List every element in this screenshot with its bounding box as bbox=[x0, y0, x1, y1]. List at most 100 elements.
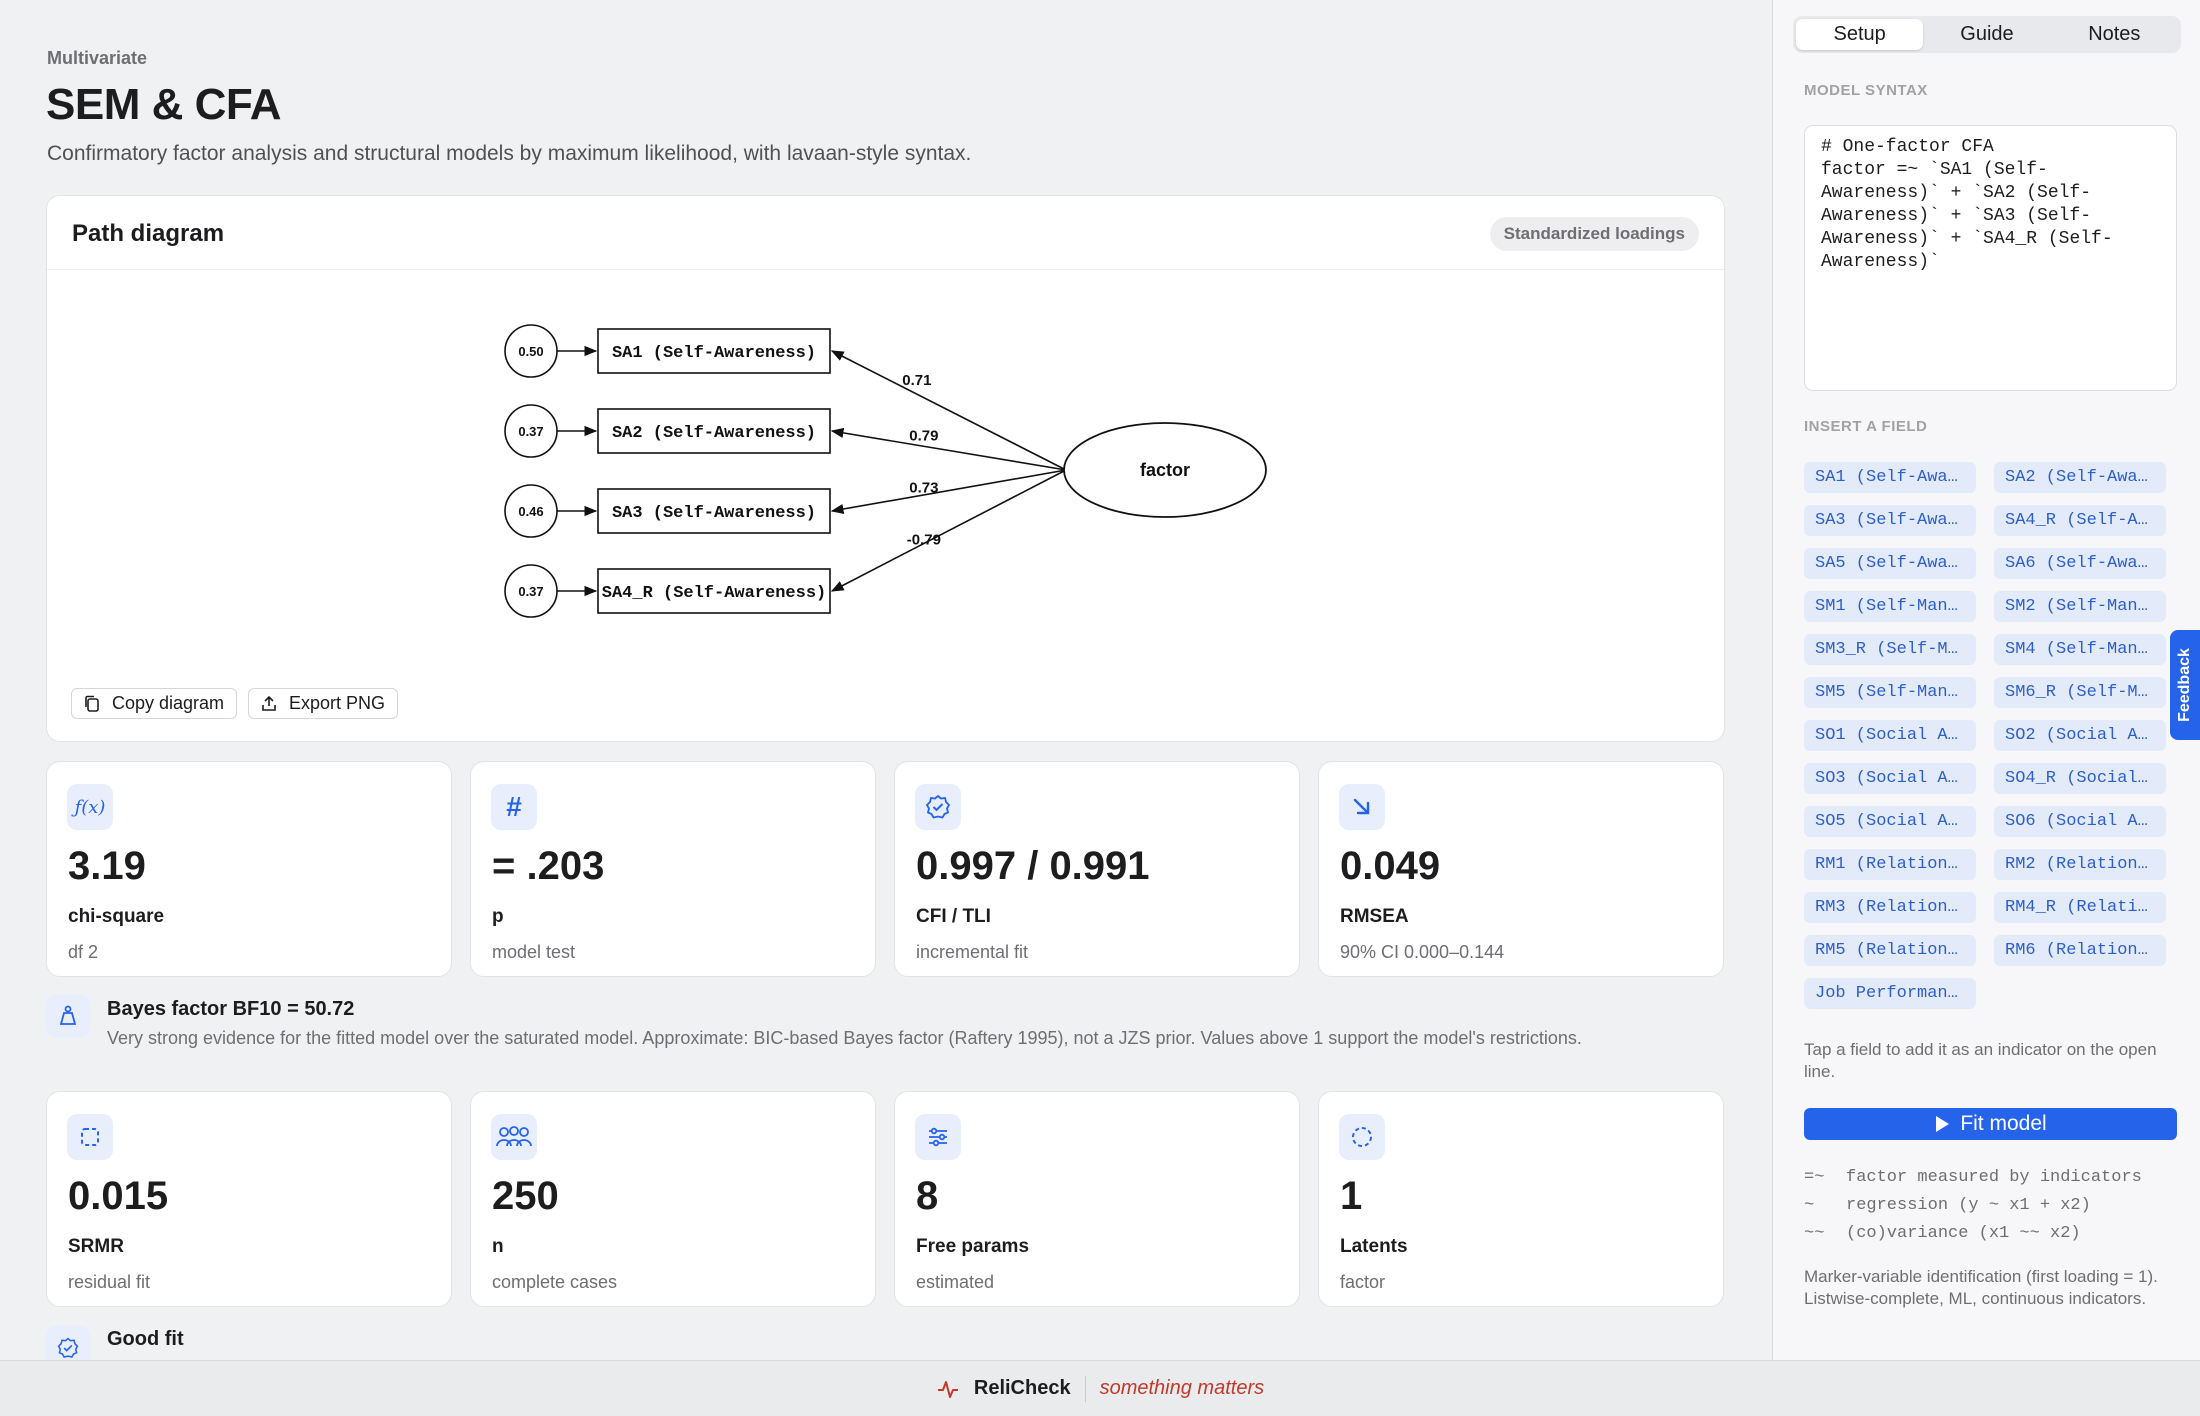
loading-arrow bbox=[830, 469, 1067, 592]
stat-label: n bbox=[492, 1236, 504, 1257]
indicator-label: SA2 (Self-Awareness) bbox=[612, 424, 816, 443]
tab-setup[interactable]: Setup bbox=[1796, 19, 1924, 50]
stat-value: 0.049 bbox=[1340, 844, 1441, 888]
path-diagram: 0.50 SA1 (Self-Awareness) 0.71 0.37 SA2 (Sel… bbox=[504, 324, 1267, 618]
legend-row: =~ factor measured by indicators bbox=[1804, 1164, 2142, 1192]
stat-sub: estimated bbox=[916, 1272, 995, 1292]
field-chip[interactable]: SA3 (Self-Awa… bbox=[1804, 505, 1976, 536]
footer: ReliCheck something matters bbox=[0, 1360, 2200, 1416]
main-content: Multivariate SEM & CFA Confirmatory fact… bbox=[0, 0, 1772, 1360]
scale-icon bbox=[46, 994, 90, 1038]
legend-desc: factor measured by indicators bbox=[1846, 1168, 2142, 1187]
loading-value: 0.79 bbox=[909, 428, 938, 445]
page-title: SEM & CFA bbox=[46, 80, 282, 129]
legend-desc: regression (y ~ x1 + x2) bbox=[1846, 1196, 2091, 1215]
field-chip[interactable]: SO4_R (Social… bbox=[1994, 763, 2166, 794]
badge-check-icon bbox=[46, 1326, 90, 1360]
stat-sub: df 2 bbox=[68, 942, 99, 962]
loading-arrow bbox=[830, 469, 1067, 515]
dashed-circle-icon bbox=[1339, 1114, 1385, 1160]
badge-check-icon bbox=[915, 784, 961, 830]
loading-arrow bbox=[830, 350, 1067, 471]
field-chip[interactable]: Job Performan… bbox=[1804, 978, 1976, 1009]
fit-model-button[interactable]: Fit model bbox=[1804, 1108, 2177, 1140]
stat-sub: residual fit bbox=[68, 1272, 151, 1292]
loading-value: 0.71 bbox=[902, 372, 931, 389]
field-chip[interactable]: SM2 (Self-Man… bbox=[1994, 591, 2166, 622]
feedback-tab[interactable]: Feedback bbox=[2170, 630, 2200, 740]
fit-model-label: Fit model bbox=[1960, 1112, 2047, 1135]
field-chip[interactable]: SM1 (Self-Man… bbox=[1804, 591, 1976, 622]
model-syntax-editor[interactable]: # One-factor CFA factor =~ `SA1 (Self- A… bbox=[1804, 125, 2177, 391]
model-syntax-label: MODEL SYNTAX bbox=[1804, 82, 1928, 99]
stat-label: Latents bbox=[1340, 1236, 1408, 1257]
setup-panel: Setup Guide Notes MODEL SYNTAX # One-fac… bbox=[1772, 0, 2200, 1360]
dashed-square-icon bbox=[67, 1114, 113, 1160]
field-chip[interactable]: RM5 (Relation… bbox=[1804, 935, 1976, 966]
error-variance-value: 0.46 bbox=[518, 504, 543, 519]
stat-card-latents: 1 Latents factor bbox=[1318, 1091, 1724, 1307]
field-chip[interactable]: SA6 (Self-Awa… bbox=[1994, 548, 2166, 579]
field-chip[interactable]: SA2 (Self-Awa… bbox=[1994, 462, 2166, 493]
field-chip[interactable]: SM3_R (Self-M… bbox=[1804, 634, 1976, 665]
error-variance-value: 0.37 bbox=[518, 424, 543, 439]
identification-note: Marker-variable identification (first lo… bbox=[1804, 1267, 2158, 1308]
standardized-badge[interactable]: Standardized loadings bbox=[1489, 217, 1699, 251]
copy-diagram-label: Copy diagram bbox=[112, 693, 225, 713]
field-chip[interactable]: SO3 (Social A… bbox=[1804, 763, 1976, 794]
legend-row: ~~ (co)variance (x1 ~~ x2) bbox=[1804, 1220, 2142, 1248]
stat-value: 0.015 bbox=[68, 1174, 169, 1218]
export-png-button[interactable]: Export PNG bbox=[248, 688, 399, 719]
field-chip[interactable]: SM4 (Self-Man… bbox=[1994, 634, 2166, 665]
field-chip[interactable]: RM2 (Relation… bbox=[1994, 849, 2166, 880]
copy-diagram-button[interactable]: Copy diagram bbox=[71, 688, 238, 719]
field-chip[interactable]: SM5 (Self-Man… bbox=[1804, 677, 1976, 708]
path-diagram-card: Path diagram Standardized loadings 0.50 S… bbox=[46, 195, 1725, 742]
error-variance-value: 0.50 bbox=[518, 344, 543, 359]
insert-help-text: Tap a field to add it as an indicator on… bbox=[1804, 1040, 2157, 1081]
stat-sub: incremental fit bbox=[916, 942, 1029, 962]
stat-label: SRMR bbox=[68, 1236, 124, 1257]
tagline: something matters bbox=[1099, 1377, 1265, 1399]
field-chip[interactable]: SO5 (Social A… bbox=[1804, 806, 1976, 837]
field-chip-list: SA1 (Self-Awa… SA2 (Self-Awa… SA3 (Self-Aw… bbox=[1804, 462, 2184, 1009]
loading-arrow bbox=[830, 427, 1067, 471]
pulse-icon bbox=[937, 1380, 958, 1398]
copy-icon bbox=[85, 695, 99, 712]
insert-field-label: INSERT A FIELD bbox=[1804, 418, 1928, 435]
stat-card-chi-square: ƒ(x) 3.19 chi-square df 2 bbox=[46, 761, 452, 977]
syntax-legend: =~ factor measured by indicators ~ regress… bbox=[1804, 1164, 2142, 1248]
field-chip[interactable]: SO2 (Social A… bbox=[1994, 720, 2166, 751]
tab-notes[interactable]: Notes bbox=[2051, 19, 2178, 50]
latent-factor-label: factor bbox=[1140, 460, 1190, 480]
stat-sub: 90% CI 0.000–0.144 bbox=[1340, 942, 1505, 962]
stat-card-n: 250 n complete cases bbox=[470, 1091, 876, 1307]
users-icon bbox=[491, 1114, 537, 1160]
arrow-down-right-icon bbox=[1339, 784, 1385, 830]
field-chip[interactable]: RM1 (Relation… bbox=[1804, 849, 1976, 880]
breadcrumb: Multivariate bbox=[47, 48, 148, 68]
legend-op: =~ bbox=[1804, 1168, 1825, 1187]
tab-guide[interactable]: Guide bbox=[1923, 19, 2050, 50]
play-icon bbox=[1936, 1116, 1950, 1132]
field-chip[interactable]: SA4_R (Self-A… bbox=[1994, 505, 2166, 536]
stat-label: CFI / TLI bbox=[916, 906, 991, 927]
footer-divider bbox=[1084, 1375, 1086, 1402]
field-chip[interactable]: RM6 (Relation… bbox=[1994, 935, 2166, 966]
field-chip[interactable]: RM4_R (Relati… bbox=[1994, 892, 2166, 923]
stat-label: chi-square bbox=[68, 906, 165, 927]
field-chip[interactable]: SO1 (Social A… bbox=[1804, 720, 1976, 751]
loading-value: -0.79 bbox=[907, 532, 941, 549]
stat-card-rmsea: 0.049 RMSEA 90% CI 0.000–0.144 bbox=[1318, 761, 1724, 977]
stat-card-free-params: 8 Free params estimated bbox=[894, 1091, 1300, 1307]
field-chip[interactable]: RM3 (Relation… bbox=[1804, 892, 1976, 923]
export-png-label: Export PNG bbox=[289, 693, 386, 713]
field-chip[interactable]: SM6_R (Self-M… bbox=[1994, 677, 2166, 708]
stat-value: 1 bbox=[1340, 1174, 1363, 1218]
legend-desc: (co)variance (x1 ~~ x2) bbox=[1846, 1224, 2081, 1243]
diagram-title: Path diagram bbox=[72, 220, 225, 247]
field-chip[interactable]: SO6 (Social A… bbox=[1994, 806, 2166, 837]
field-chip[interactable]: SA1 (Self-Awa… bbox=[1804, 462, 1976, 493]
good-fit-title: Good fit bbox=[107, 1328, 184, 1350]
field-chip[interactable]: SA5 (Self-Awa… bbox=[1804, 548, 1976, 579]
